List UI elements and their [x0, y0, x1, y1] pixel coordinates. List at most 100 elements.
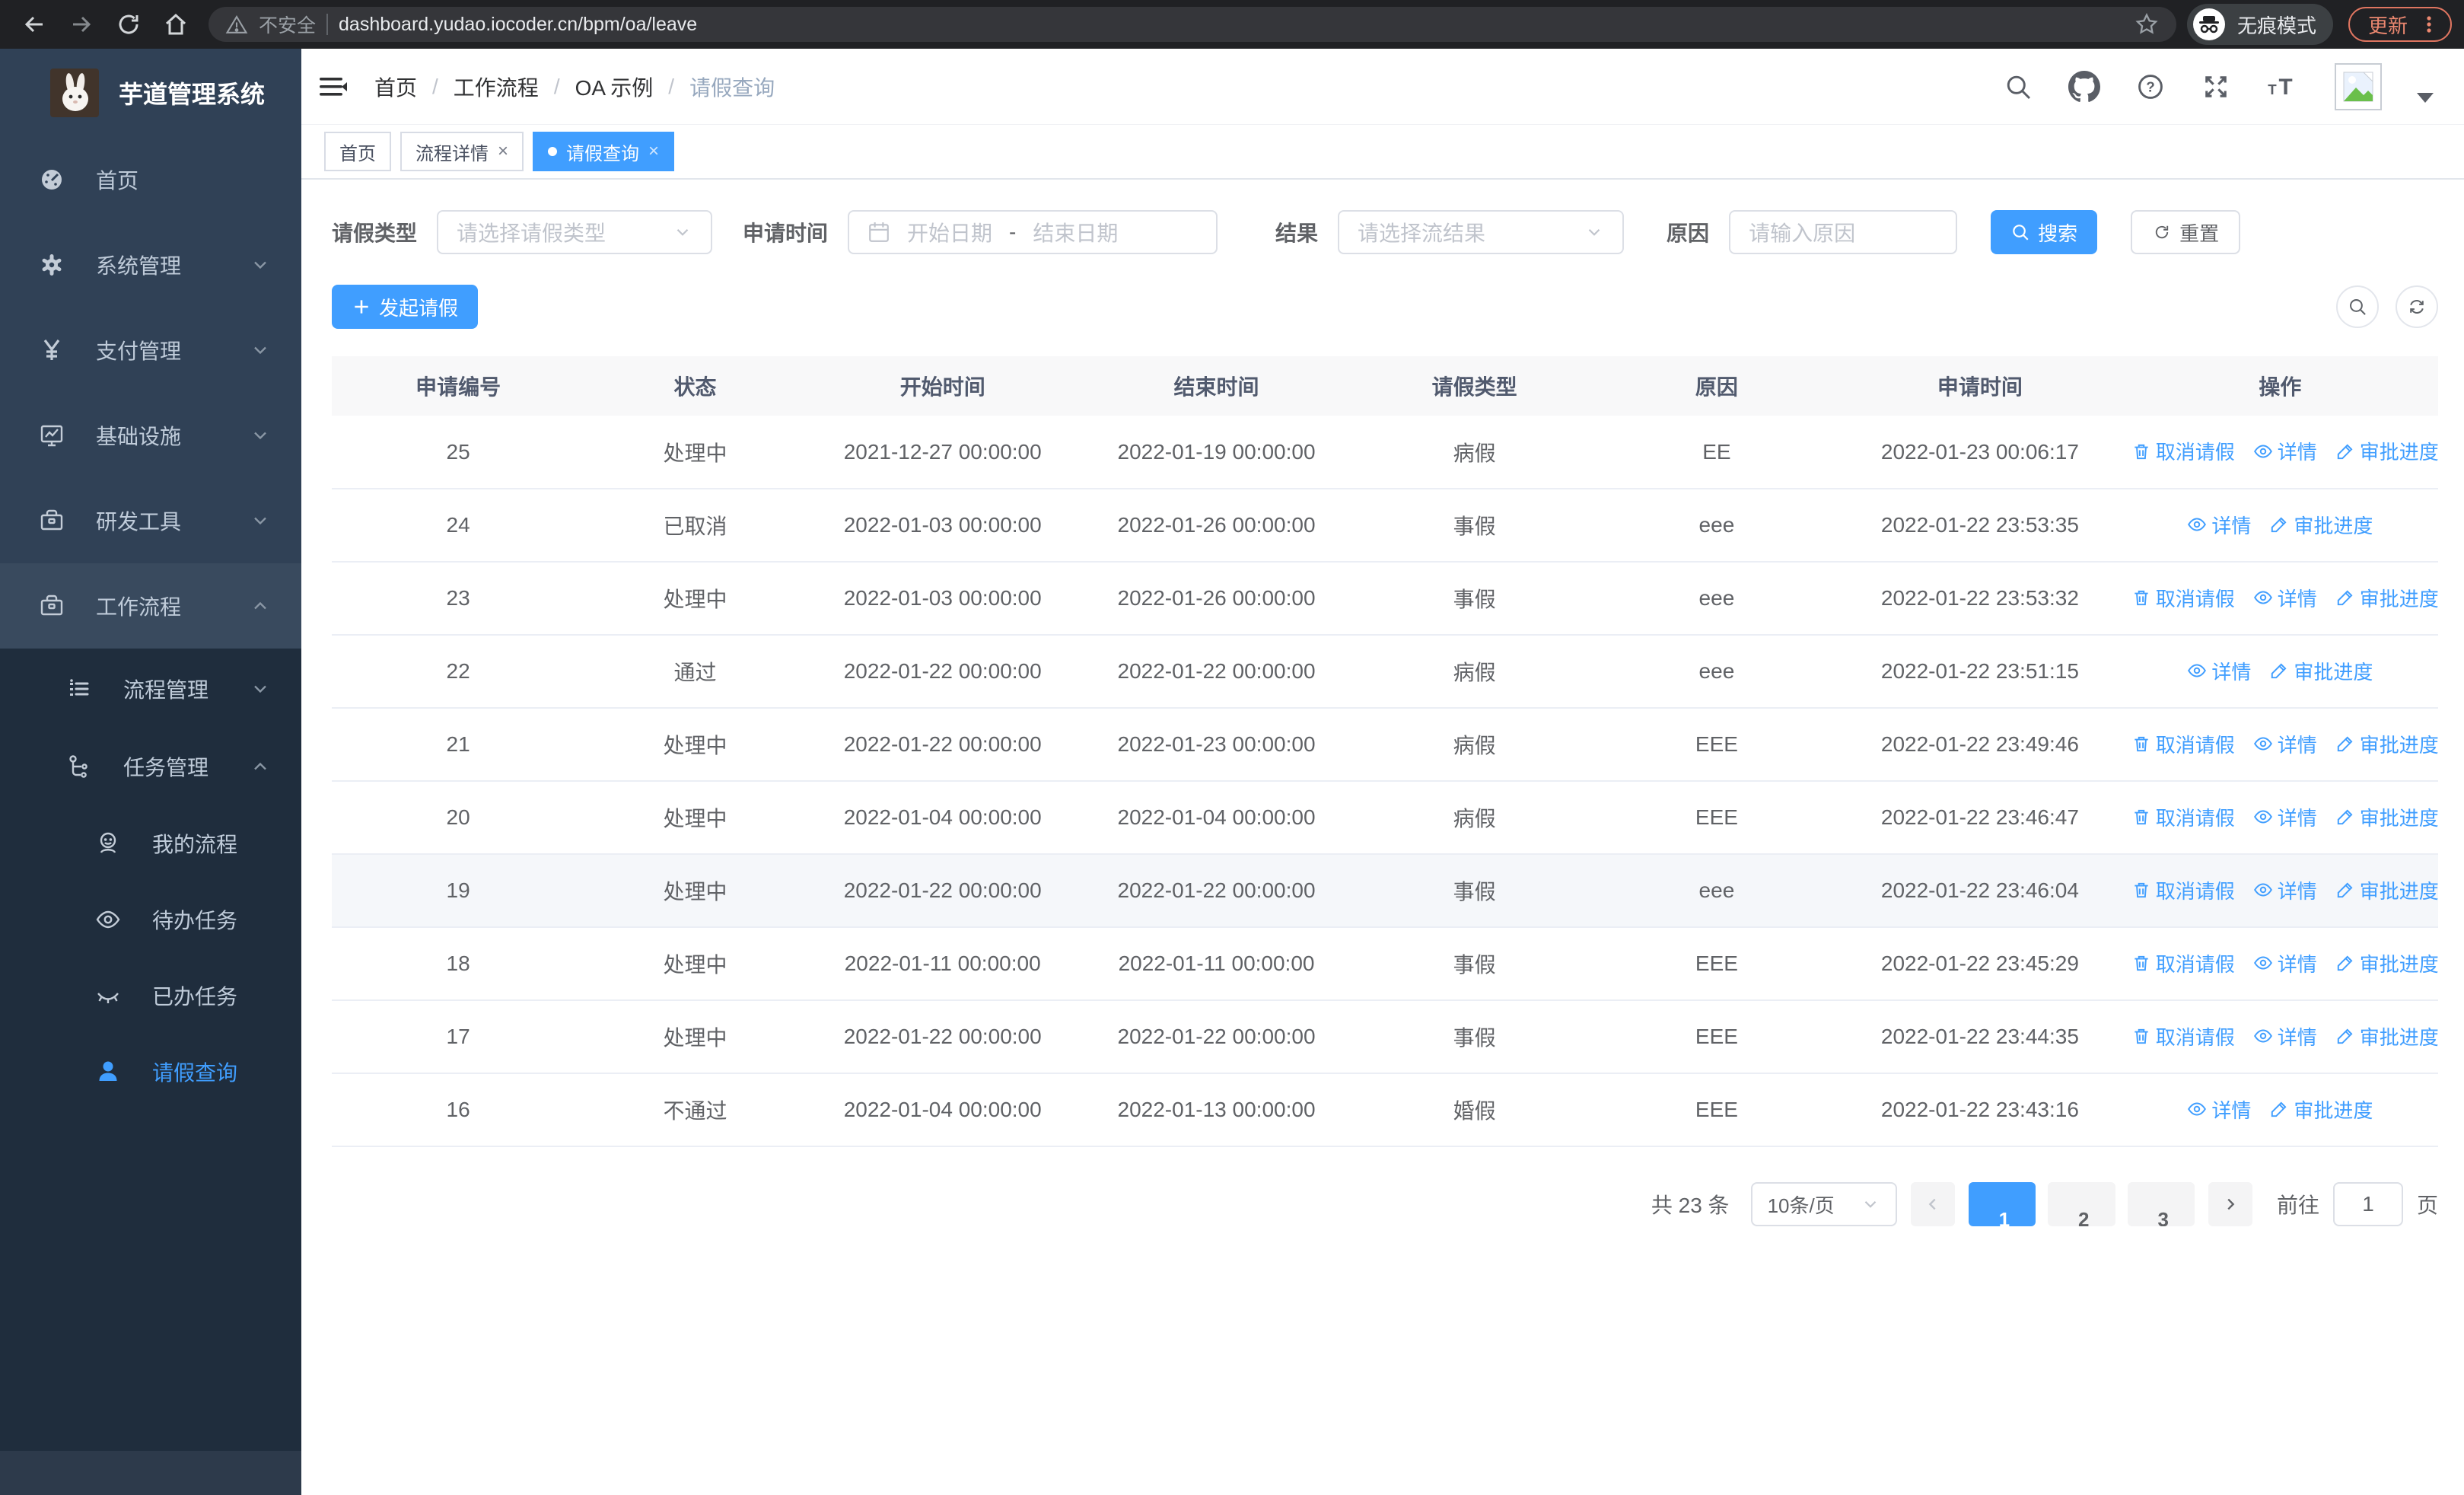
reason-input[interactable]: 请输入原因: [1729, 210, 1958, 254]
refresh-table-button[interactable]: [2396, 285, 2438, 328]
toggle-search-button[interactable]: [2336, 285, 2379, 328]
close-tab-icon[interactable]: ×: [498, 141, 508, 162]
sidebar-item-home[interactable]: 首页: [0, 137, 301, 222]
sidebar-item-dev-tools[interactable]: 研发工具: [0, 478, 301, 563]
next-page-button[interactable]: [2208, 1182, 2252, 1226]
cancel-leave-link[interactable]: 取消请假: [2131, 1022, 2235, 1050]
breadcrumb-home[interactable]: 首页: [374, 72, 417, 102]
detail-link[interactable]: 详情: [2253, 437, 2317, 465]
help-button[interactable]: ?: [2135, 72, 2166, 102]
breadcrumb-workflow[interactable]: 工作流程: [454, 72, 539, 102]
approval-progress-link[interactable]: 审批进度: [2335, 584, 2439, 612]
approval-progress-link[interactable]: 审批进度: [2335, 949, 2439, 977]
bookmark-star-icon: [2135, 13, 2158, 34]
user-avatar[interactable]: [2335, 62, 2382, 110]
detail-link[interactable]: 详情: [2187, 657, 2251, 685]
browser-home-button[interactable]: [154, 3, 198, 46]
approval-progress-link[interactable]: 审批进度: [2269, 511, 2373, 539]
approval-progress-link[interactable]: 审批进度: [2269, 657, 2373, 685]
page-number-button[interactable]: 2: [2048, 1182, 2115, 1226]
sidebar-item-leave-query[interactable]: 请假查询: [0, 1034, 301, 1110]
page-number-button[interactable]: 3: [2127, 1182, 2195, 1226]
bookmark-button[interactable]: [2134, 11, 2160, 37]
active-dot: [548, 147, 558, 156]
page-size-select[interactable]: 10条/页: [1750, 1182, 1897, 1226]
create-leave-button[interactable]: 发起请假: [332, 285, 479, 329]
tab-label: 流程详情: [415, 143, 489, 164]
detail-link[interactable]: 详情: [2253, 584, 2317, 612]
user-menu-caret-icon[interactable]: [2417, 93, 2434, 103]
sidebar-item-done-tasks[interactable]: 已办任务: [0, 958, 301, 1034]
sidebar-item-workflow[interactable]: 工作流程: [0, 563, 301, 649]
sidebar-item-my-process[interactable]: 我的流程: [0, 805, 301, 881]
prev-page-button[interactable]: [1910, 1182, 1955, 1226]
breadcrumb-oa-example[interactable]: OA 示例: [575, 72, 654, 102]
sidebar-collapse-button[interactable]: [301, 49, 362, 125]
plus-icon: [355, 300, 368, 314]
browser-reload-button[interactable]: [107, 3, 151, 46]
cell-status: 通过: [584, 635, 806, 709]
calendar-icon: [869, 222, 889, 242]
search-button[interactable]: 搜索: [1991, 210, 2098, 254]
tab-process-detail[interactable]: 流程详情 ×: [400, 132, 524, 171]
cancel-leave-link[interactable]: 取消请假: [2131, 949, 2235, 977]
cell-reason: eee: [1595, 489, 1838, 563]
approval-progress-link[interactable]: 审批进度: [2335, 803, 2439, 831]
detail-link[interactable]: 详情: [2253, 730, 2317, 758]
sidebar-item-system-management[interactable]: 系统管理: [0, 222, 301, 308]
browser-forward-button[interactable]: [59, 3, 103, 46]
sidebar-item-task-management[interactable]: 任务管理: [0, 728, 301, 805]
cancel-leave-link[interactable]: 取消请假: [2131, 437, 2235, 465]
leave-type-select[interactable]: 请选择请假类型: [437, 210, 713, 254]
cell-actions: 取消请假 详情 审批进度: [2122, 708, 2439, 782]
kebab-menu-icon[interactable]: [2418, 14, 2440, 35]
result-select[interactable]: 请选择流结果: [1338, 210, 1625, 254]
sidebar-item-todo-tasks[interactable]: 待办任务: [0, 881, 301, 958]
header-search-button[interactable]: [2003, 72, 2033, 102]
apply-time-range-picker[interactable]: 开始日期 - 结束日期: [848, 210, 1218, 254]
detail-link[interactable]: 详情: [2253, 949, 2317, 977]
fullscreen-button[interactable]: [2201, 72, 2231, 102]
approval-progress-link[interactable]: 审批进度: [2335, 437, 2439, 465]
cancel-leave-link[interactable]: 取消请假: [2131, 730, 2235, 758]
browser-back-button[interactable]: [12, 3, 56, 46]
sidebar-item-process-management[interactable]: 流程管理: [0, 650, 301, 728]
reset-button[interactable]: 重置: [2131, 210, 2241, 254]
cell-start-time: 2021-12-27 00:00:00: [805, 416, 1080, 489]
cancel-leave-link[interactable]: 取消请假: [2131, 584, 2235, 612]
close-tab-icon[interactable]: ×: [648, 141, 659, 162]
approval-progress-link[interactable]: 审批进度: [2269, 1095, 2373, 1124]
detail-link[interactable]: 详情: [2253, 803, 2317, 831]
not-secure-warning-icon: [225, 14, 248, 33]
detail-link[interactable]: 详情: [2187, 1095, 2251, 1124]
goto-page-input[interactable]: [2332, 1182, 2403, 1226]
approval-progress-link[interactable]: 审批进度: [2335, 876, 2439, 904]
cell-leave-type: 事假: [1353, 854, 1596, 928]
column-header: 操作: [2122, 356, 2438, 416]
briefcase-icon: [40, 594, 63, 616]
font-size-button[interactable]: TT: [2266, 72, 2300, 102]
sidebar-item-payment-management[interactable]: 支付管理: [0, 308, 301, 393]
address-bar[interactable]: 不安全 dashboard.yudao.iocoder.cn/bpm/oa/le…: [209, 7, 2176, 42]
sidebar-item-infrastructure[interactable]: 基础设施: [0, 393, 301, 478]
detail-link[interactable]: 详情: [2253, 876, 2317, 904]
tab-leave-query[interactable]: 请假查询 ×: [533, 132, 675, 171]
cell-id: 20: [332, 781, 585, 855]
app-logo-row[interactable]: 芋道管理系统: [0, 49, 301, 137]
detail-link[interactable]: 详情: [2187, 511, 2251, 539]
hamburger-icon: [320, 77, 347, 96]
tab-home[interactable]: 首页: [324, 132, 391, 171]
sidebar: 芋道管理系统 首页 系统管理 支付管理 基础设施 研发工具 工作流程 流程管理 …: [0, 49, 301, 1495]
refresh-cycle-icon: [2410, 300, 2424, 314]
approval-progress-link[interactable]: 审批进度: [2335, 730, 2439, 758]
cancel-leave-link[interactable]: 取消请假: [2131, 803, 2235, 831]
cell-end-time: 2022-01-19 00:00:00: [1079, 416, 1354, 489]
approval-progress-link[interactable]: 审批进度: [2335, 1022, 2439, 1050]
cell-actions: 详情 审批进度: [2122, 1073, 2438, 1147]
page-number-button[interactable]: 1: [1968, 1182, 2036, 1226]
github-link[interactable]: [2068, 70, 2100, 103]
detail-link[interactable]: 详情: [2253, 1022, 2317, 1050]
dashboard-icon: [42, 170, 62, 190]
cancel-leave-link[interactable]: 取消请假: [2131, 876, 2235, 904]
browser-update-button[interactable]: 更新: [2348, 7, 2452, 42]
